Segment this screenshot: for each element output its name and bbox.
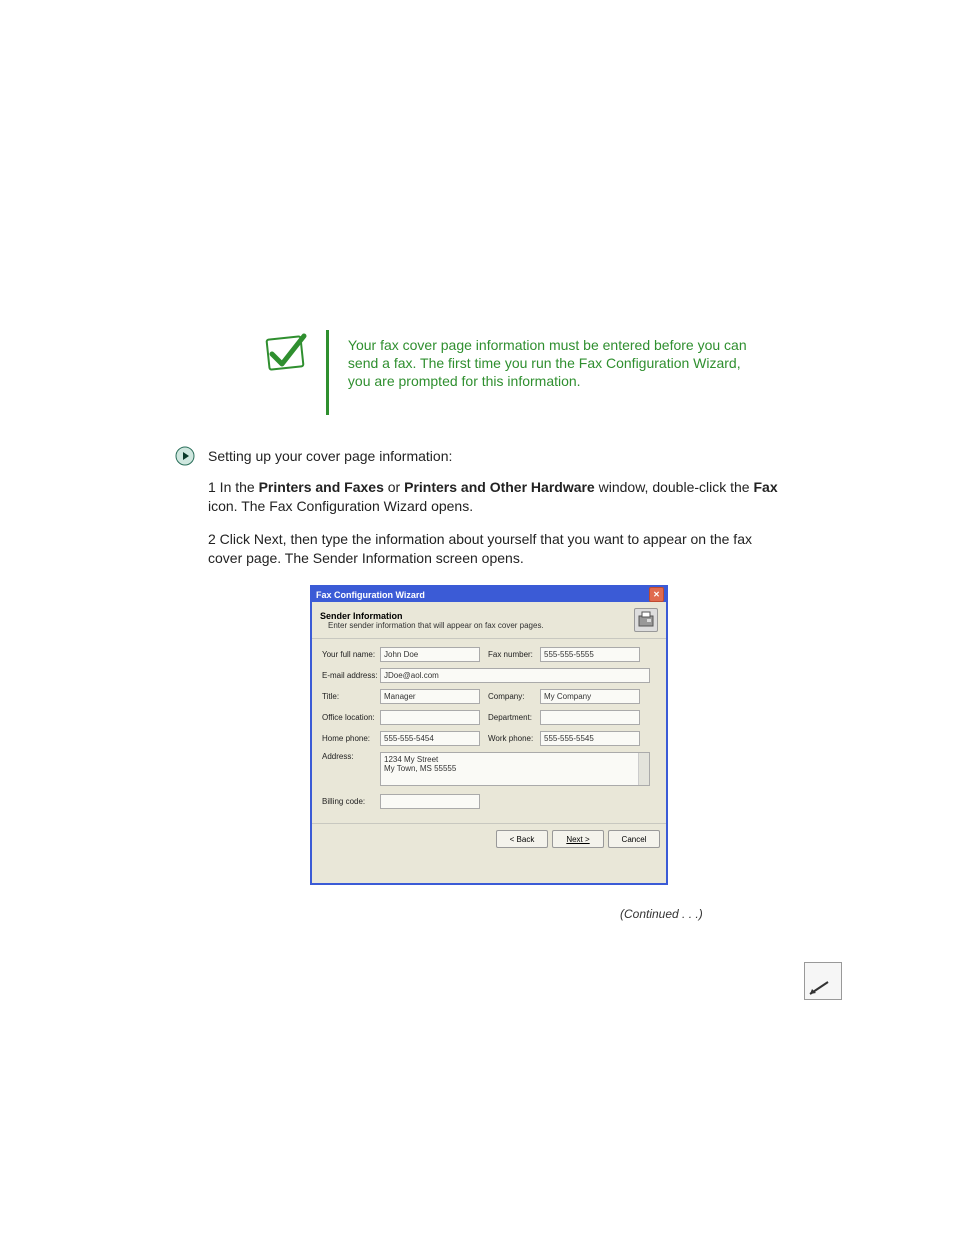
wizard-header-sub: Enter sender information that will appea… (328, 621, 544, 630)
email-field[interactable]: JDoe@aol.com (380, 668, 650, 683)
step-1-strong-1: Printers and Faxes (259, 479, 384, 495)
step-1: 1 In the Printers and Faxes or Printers … (208, 478, 788, 516)
fax-number-label: Fax number: (488, 650, 540, 659)
step-1-text-2: or (388, 479, 400, 495)
office-label: Office location: (322, 713, 380, 722)
workphone-label: Work phone: (488, 734, 540, 743)
department-field[interactable] (540, 710, 640, 725)
scrollbar[interactable] (638, 753, 649, 785)
checkmark-icon (260, 330, 308, 383)
play-icon (175, 446, 195, 471)
cancel-button[interactable]: Cancel (608, 830, 660, 848)
homephone-label: Home phone: (322, 734, 380, 743)
step-1-text-4: icon. The Fax Configuration Wizard opens… (208, 498, 473, 514)
billing-field[interactable] (380, 794, 480, 809)
workphone-field[interactable]: 555-555-5545 (540, 731, 640, 746)
lead-heading: Setting up your cover page information: (208, 447, 808, 466)
department-label: Department: (488, 713, 540, 722)
continued-label: (Continued . . .) (620, 905, 703, 923)
fax-icon (634, 608, 658, 632)
address-field[interactable]: 1234 My Street My Town, MS 55555 (380, 752, 650, 786)
arrow-icon (808, 970, 834, 996)
title-field[interactable]: Manager (380, 689, 480, 704)
office-field[interactable] (380, 710, 480, 725)
step-2: 2 Click Next, then type the information … (208, 530, 788, 568)
address-line-2: My Town, MS 55555 (384, 764, 456, 773)
fax-wizard-window: Fax Configuration Wizard ✕ Sender Inform… (310, 585, 668, 885)
email-label: E-mail address: (322, 671, 380, 680)
step-1-num: 1 In the (208, 479, 255, 495)
page-arrow-box (804, 962, 842, 1000)
wizard-titlebar: Fax Configuration Wizard ✕ (312, 587, 666, 602)
close-icon[interactable]: ✕ (649, 587, 664, 602)
full-name-field[interactable]: John Doe (380, 647, 480, 662)
next-button[interactable]: Next > (552, 830, 604, 848)
company-field[interactable]: My Company (540, 689, 640, 704)
address-line-1: 1234 My Street (384, 755, 438, 764)
wizard-header-title: Sender Information (320, 611, 403, 621)
back-button[interactable]: < Back (496, 830, 548, 848)
address-label: Address: (322, 752, 380, 761)
company-label: Company: (488, 692, 540, 701)
callout-text: Your fax cover page information must be … (348, 330, 758, 391)
step-1-strong-2: Printers and Other Hardware (404, 479, 595, 495)
full-name-label: Your full name: (322, 650, 380, 659)
billing-label: Billing code: (322, 797, 380, 806)
step-1-strong-3: Fax (754, 479, 778, 495)
wizard-button-bar: < Back Next > Cancel (312, 823, 666, 854)
title-label: Title: (322, 692, 380, 701)
wizard-title: Fax Configuration Wizard (316, 590, 425, 600)
homephone-field[interactable]: 555-555-5454 (380, 731, 480, 746)
callout-divider (326, 330, 329, 415)
callout-block: Your fax cover page information must be … (260, 330, 780, 415)
wizard-form: Your full name: John Doe Fax number: 555… (312, 639, 666, 823)
wizard-header: Sender Information Enter sender informat… (312, 602, 666, 639)
fax-number-field[interactable]: 555-555-5555 (540, 647, 640, 662)
step-1-text-3: window, double-click the (599, 479, 750, 495)
